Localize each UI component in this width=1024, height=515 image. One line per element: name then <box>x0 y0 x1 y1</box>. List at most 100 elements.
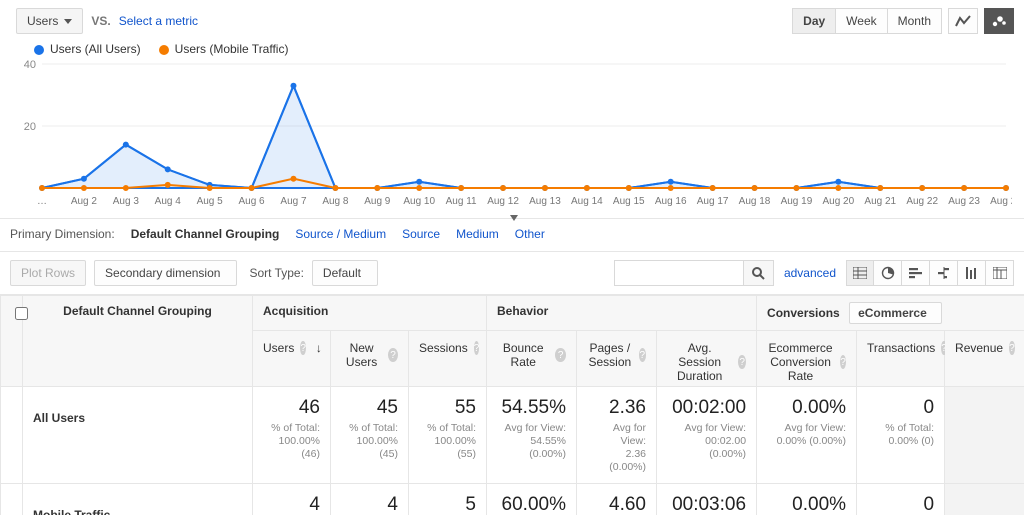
sort-type-select[interactable]: Default <box>312 260 378 286</box>
svg-text:Aug 23: Aug 23 <box>948 196 980 207</box>
vs-label: VS. <box>91 14 110 28</box>
help-icon[interactable]: ? <box>474 341 480 355</box>
svg-text:40: 40 <box>24 60 36 71</box>
data-table: Default Channel Grouping Acquisition Beh… <box>0 295 1024 515</box>
cell: 0% of Total:0.00% (0) <box>857 387 945 484</box>
cell: 60.00%Avg for View:54.55% (10.00%) <box>487 483 577 515</box>
help-icon[interactable]: ? <box>639 348 646 362</box>
metric-selector[interactable]: Users <box>16 8 83 34</box>
cell: 2.36Avg for View:2.36 (0.00%) <box>577 387 657 484</box>
select-metric-link[interactable]: Select a metric <box>119 14 198 28</box>
line-mode-icon[interactable] <box>948 8 978 34</box>
row-header[interactable]: Default Channel Grouping <box>23 296 253 387</box>
dim-other[interactable]: Other <box>515 227 545 241</box>
svg-text:Aug 24: Aug 24 <box>990 196 1012 207</box>
view-comparison-icon[interactable] <box>930 260 958 286</box>
view-table-icon[interactable] <box>846 260 874 286</box>
svg-text:Aug 12: Aug 12 <box>487 196 519 207</box>
group-behavior: Behavior <box>487 296 757 331</box>
search-icon <box>751 266 765 280</box>
svg-text:20: 20 <box>24 121 36 133</box>
cell <box>945 483 1024 515</box>
advanced-link[interactable]: advanced <box>784 266 836 280</box>
sort-desc-icon: ↓ <box>316 341 322 355</box>
cell: 4% of Total:8.70% (46) <box>253 483 331 515</box>
time-granularity: Day Week Month <box>792 8 942 34</box>
search-button[interactable] <box>744 260 774 286</box>
view-bar-icon[interactable] <box>902 260 930 286</box>
svg-text:Aug 13: Aug 13 <box>529 196 561 207</box>
caret-down-icon <box>64 19 72 24</box>
help-icon[interactable]: ? <box>738 355 746 369</box>
table-controls: Plot Rows Secondary dimension Sort Type:… <box>0 252 1024 295</box>
cell: 5% of Total:9.09% (55) <box>409 483 487 515</box>
cell: 45% of Total:100.00% (45) <box>331 387 409 484</box>
select-all-checkbox[interactable] <box>15 307 28 320</box>
cell: 0.00%Avg for View:0.00% (0.00%) <box>757 387 857 484</box>
cell: 00:03:06Avg for View:00:02.00 (54.97%) <box>657 483 757 515</box>
svg-text:Aug 18: Aug 18 <box>739 196 771 207</box>
dim-default-channel[interactable]: Default Channel Grouping <box>131 227 280 241</box>
row-label[interactable]: Mobile Traffic <box>23 483 253 515</box>
cell: 4.60Avg for View:2.36 (94.62%) <box>577 483 657 515</box>
table-row: Mobile Traffic4% of Total:8.70% (46)4% o… <box>1 483 1024 515</box>
svg-text:Aug 16: Aug 16 <box>655 196 687 207</box>
svg-text:Aug 3: Aug 3 <box>113 196 140 207</box>
svg-text:Aug 17: Aug 17 <box>697 196 729 207</box>
help-icon[interactable]: ? <box>840 355 846 369</box>
dim-medium[interactable]: Medium <box>456 227 499 241</box>
col-asd[interactable]: Avg. Session Duration? <box>657 331 757 387</box>
col-sessions[interactable]: Sessions? <box>409 331 487 387</box>
svg-text:Aug 10: Aug 10 <box>403 196 435 207</box>
cell: 0% of Total:0.00% (0) <box>857 483 945 515</box>
col-txn[interactable]: Transactions? <box>857 331 945 387</box>
view-pivot-icon[interactable] <box>986 260 1014 286</box>
svg-text:Aug 21: Aug 21 <box>864 196 896 207</box>
help-icon[interactable]: ? <box>300 341 306 355</box>
primary-dimension-row: Primary Dimension: Default Channel Group… <box>0 218 1024 252</box>
time-week[interactable]: Week <box>836 8 887 34</box>
col-bounce[interactable]: Bounce Rate? <box>487 331 577 387</box>
dim-source[interactable]: Source <box>402 227 440 241</box>
col-users[interactable]: Users?↓ <box>253 331 331 387</box>
col-pps[interactable]: Pages / Session? <box>577 331 657 387</box>
search-input[interactable] <box>614 260 744 286</box>
time-day[interactable]: Day <box>792 8 836 34</box>
time-month[interactable]: Month <box>888 8 942 34</box>
help-icon[interactable]: ? <box>555 348 566 362</box>
cell: 0.00%Avg for View:0.00% (0.00%) <box>757 483 857 515</box>
svg-text:Aug 2: Aug 2 <box>71 196 98 207</box>
help-icon[interactable]: ? <box>1009 341 1015 355</box>
secondary-dimension-button[interactable]: Secondary dimension <box>94 260 237 286</box>
col-ecr[interactable]: Ecommerce Conversion Rate? <box>757 331 857 387</box>
col-rev[interactable]: Revenue? <box>945 331 1024 387</box>
svg-text:Aug 7: Aug 7 <box>280 196 307 207</box>
view-pie-icon[interactable] <box>874 260 902 286</box>
col-new_users[interactable]: New Users? <box>331 331 409 387</box>
svg-text:…: … <box>37 196 47 207</box>
svg-text:Aug 4: Aug 4 <box>155 196 182 207</box>
svg-text:Aug 14: Aug 14 <box>571 196 603 207</box>
motion-chart-icon[interactable] <box>984 8 1014 34</box>
cell: 54.55%Avg for View:54.55% (0.00%) <box>487 387 577 484</box>
conversions-select[interactable]: eCommerce <box>849 302 942 324</box>
svg-text:Aug 9: Aug 9 <box>364 196 391 207</box>
cell: 00:02:00Avg for View:00:02.00 (0.00%) <box>657 387 757 484</box>
legend-all-users: Users (All Users) <box>34 42 141 56</box>
chart-canvas[interactable]: 2040…Aug 2Aug 3Aug 4Aug 5Aug 6Aug 7Aug 8… <box>16 60 1012 210</box>
svg-text:Aug 8: Aug 8 <box>322 196 349 207</box>
cell: 55% of Total:100.00% (55) <box>409 387 487 484</box>
metric-selector-label: Users <box>27 14 58 28</box>
group-acquisition: Acquisition <box>253 296 487 331</box>
group-conversions: Conversions eCommerce <box>757 296 1024 331</box>
table-row: All Users46% of Total:100.00% (46)45% of… <box>1 387 1024 484</box>
dot-icon <box>159 45 169 55</box>
primary-dimension-label: Primary Dimension: <box>10 227 115 241</box>
dim-source-medium[interactable]: Source / Medium <box>295 227 386 241</box>
help-icon[interactable]: ? <box>388 348 398 362</box>
view-term-cloud-icon[interactable] <box>958 260 986 286</box>
svg-text:Aug 15: Aug 15 <box>613 196 645 207</box>
dot-icon <box>34 45 44 55</box>
row-label[interactable]: All Users <box>23 387 253 484</box>
cell <box>945 387 1024 484</box>
